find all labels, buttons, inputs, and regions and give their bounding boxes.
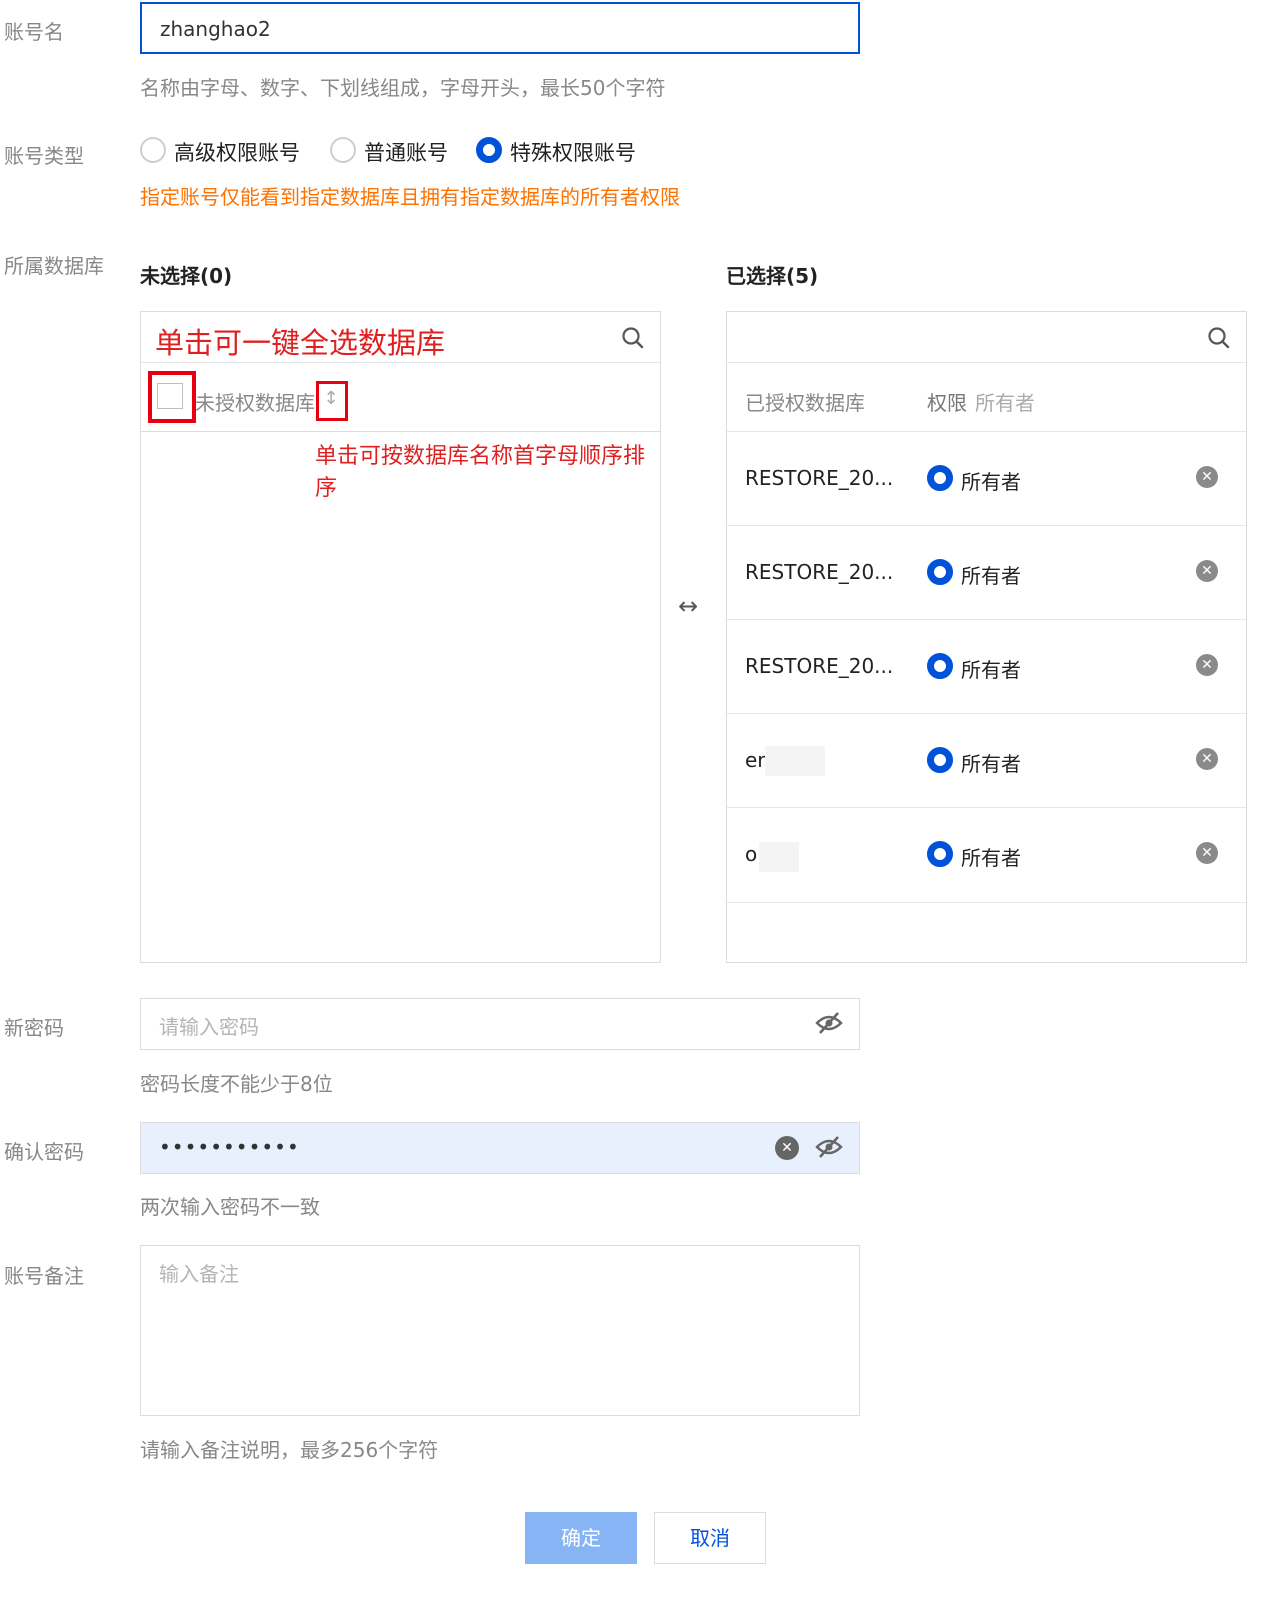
db-name: RESTORE_20... xyxy=(745,560,894,584)
remove-icon[interactable]: ✕ xyxy=(1196,560,1218,582)
account-name-help: 名称由字母、数字、下划线组成，字母开头，最长50个字符 xyxy=(140,76,666,100)
confirm-button[interactable]: 确定 xyxy=(525,1512,637,1564)
remove-icon[interactable]: ✕ xyxy=(1196,748,1218,770)
selected-panel: 已授权数据库 权限 所有者 RESTORE_20... 所有者 ✕ RESTOR… xyxy=(726,311,1247,963)
account-name-label: 账号名 xyxy=(4,20,64,44)
new-password-help: 密码长度不能少于8位 xyxy=(140,1072,333,1096)
account-name-input[interactable]: zhanghao2 xyxy=(140,2,860,54)
perm-header-value[interactable]: 所有者 xyxy=(975,387,1035,416)
new-password-label: 新密码 xyxy=(4,1016,64,1040)
search-annotation: 单击可一键全选数据库 xyxy=(155,326,446,360)
redaction-mask xyxy=(759,842,799,872)
clear-icon[interactable]: ✕ xyxy=(775,1136,799,1160)
owner-radio[interactable] xyxy=(927,465,953,491)
sort-highlight xyxy=(316,381,348,421)
db-name: er xyxy=(745,748,766,772)
perm-label: 所有者 xyxy=(961,470,1021,494)
unauthorized-db-header: 未授权数据库 xyxy=(195,391,315,415)
radio-normal-account[interactable] xyxy=(330,137,356,163)
radio-advanced-account[interactable] xyxy=(140,137,166,163)
account-name-value: zhanghao2 xyxy=(160,17,271,41)
confirm-password-label: 确认密码 xyxy=(4,1140,84,1164)
account-type-label: 账号类型 xyxy=(4,144,84,168)
radio-special-account[interactable] xyxy=(476,137,502,163)
selected-db-row: RESTORE_20... 所有者 ✕ xyxy=(727,525,1246,620)
remark-textarea[interactable]: 输入备注 xyxy=(140,1245,860,1416)
radio-normal-account-label[interactable]: 普通账号 xyxy=(364,137,448,167)
remove-icon[interactable]: ✕ xyxy=(1196,466,1218,488)
remark-help: 请输入备注说明，最多256个字符 xyxy=(140,1438,439,1462)
search-icon[interactable] xyxy=(621,326,645,350)
perm-label: 所有者 xyxy=(961,564,1021,588)
transfer-icon: ↔ xyxy=(678,592,699,620)
perm-label: 所有者 xyxy=(961,752,1021,776)
confirm-password-help: 两次输入密码不一致 xyxy=(140,1195,320,1219)
database-label: 所属数据库 xyxy=(4,254,104,278)
owner-radio[interactable] xyxy=(927,653,953,679)
selected-search-box[interactable] xyxy=(727,312,1246,363)
unselected-header-row: 未授权数据库 ↕ xyxy=(141,363,660,432)
db-name: RESTORE_20... xyxy=(745,654,894,678)
unselected-search-box[interactable]: 单击可一键全选数据库 xyxy=(141,312,660,363)
unselected-panel: 单击可一键全选数据库 未授权数据库 ↕ 单击可按数据库名称首字母顺序排序 xyxy=(140,311,661,963)
selected-title: 已选择(5) xyxy=(726,264,819,288)
owner-radio[interactable] xyxy=(927,841,953,867)
selected-db-row: RESTORE_20... 所有者 ✕ xyxy=(727,619,1246,714)
sort-annotation: 单击可按数据库名称首字母顺序排序 xyxy=(315,444,646,501)
eye-off-icon[interactable] xyxy=(815,1011,843,1035)
selected-db-row: RESTORE_20... 所有者 ✕ xyxy=(727,431,1246,526)
search-icon[interactable] xyxy=(1207,326,1231,350)
new-password-placeholder: 请输入密码 xyxy=(159,1015,259,1039)
remove-icon[interactable]: ✕ xyxy=(1196,842,1218,864)
authorized-db-header: 已授权数据库 xyxy=(745,391,865,415)
owner-radio[interactable] xyxy=(927,747,953,773)
db-name: o xyxy=(745,842,758,866)
db-name: RESTORE_20... xyxy=(745,466,894,490)
radio-advanced-account-label[interactable]: 高级权限账号 xyxy=(174,137,300,167)
perm-label: 所有者 xyxy=(961,658,1021,682)
confirm-password-value: ••••••••••• xyxy=(159,1135,300,1159)
remark-placeholder: 输入备注 xyxy=(159,1262,239,1286)
perm-header: 权限 xyxy=(927,391,967,415)
select-all-highlight xyxy=(148,371,196,423)
new-password-input[interactable]: 请输入密码 xyxy=(140,998,860,1050)
remove-icon[interactable]: ✕ xyxy=(1196,654,1218,676)
redaction-mask xyxy=(765,746,825,776)
remark-label: 账号备注 xyxy=(4,1264,84,1288)
radio-special-account-label[interactable]: 特殊权限账号 xyxy=(510,137,636,167)
account-type-warning: 指定账号仅能看到指定数据库且拥有指定数据库的所有者权限 xyxy=(140,185,680,209)
selected-db-row: o 所有者 ✕ xyxy=(727,807,1246,903)
unselected-title: 未选择(0) xyxy=(140,264,233,288)
eye-off-icon[interactable] xyxy=(815,1135,843,1159)
confirm-password-input[interactable]: ••••••••••• ✕ xyxy=(140,1122,860,1174)
selected-db-row: er 所有者 ✕ xyxy=(727,713,1246,808)
owner-radio[interactable] xyxy=(927,559,953,585)
selected-header-row: 已授权数据库 权限 所有者 xyxy=(727,363,1246,431)
perm-label: 所有者 xyxy=(961,846,1021,870)
cancel-button[interactable]: 取消 xyxy=(654,1512,766,1564)
